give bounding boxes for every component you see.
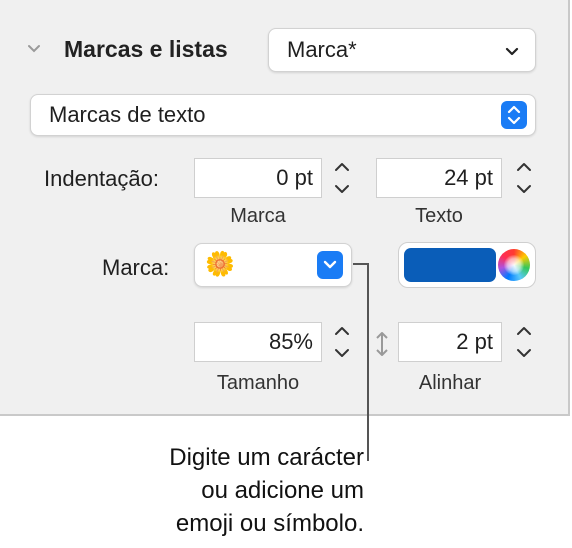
text-indent-caption: Texto <box>415 205 463 227</box>
vertical-align-icon <box>374 330 390 363</box>
bullet-size-caption: Tamanho <box>216 372 300 394</box>
bullet-color-well[interactable] <box>398 242 536 288</box>
bullet-align-caption: Alinhar <box>418 372 482 394</box>
flower-emoji-icon: 🌼 <box>205 251 235 278</box>
bullet-type-popup[interactable]: Marcas de texto <box>30 94 536 136</box>
bullet-label: Marca: <box>102 255 170 280</box>
bullet-indent-caption: Marca <box>230 205 286 227</box>
indent-label: Indentação: <box>44 166 159 191</box>
list-style-value: Marca* <box>287 37 357 62</box>
color-swatch[interactable] <box>404 248 496 282</box>
bullet-indent-stepper[interactable] <box>330 156 354 200</box>
bullet-indent-field[interactable]: 0 pt <box>194 158 322 198</box>
section-title: Marcas e listas <box>64 36 228 62</box>
bullet-type-value: Marcas de texto <box>49 102 206 127</box>
list-style-dropdown[interactable]: Marca* <box>268 28 536 72</box>
callout-line <box>367 263 369 461</box>
bullet-picker[interactable]: 🌼 <box>194 243 352 287</box>
callout-text: Digite um carácter ou adicione um emoji … <box>64 441 364 540</box>
disclosure-chevron-icon[interactable] <box>28 42 40 54</box>
bullet-align-stepper[interactable] <box>512 320 536 364</box>
bullet-size-field[interactable]: 85% <box>194 322 322 362</box>
text-indent-field[interactable]: 24 pt <box>376 158 502 198</box>
chevron-down-icon <box>317 251 343 279</box>
up-down-chevron-icon <box>501 101 527 129</box>
bullet-size-stepper[interactable] <box>330 320 354 364</box>
bullet-align-field[interactable]: 2 pt <box>398 322 502 362</box>
color-wheel-icon[interactable] <box>498 249 530 281</box>
callout-line-2: ou adicione um <box>201 477 364 504</box>
text-indent-stepper[interactable] <box>512 156 536 200</box>
bullets-lists-panel: Marcas e listas Marca* Marcas de texto I… <box>0 0 570 416</box>
callout-line-3: emoji ou símbolo. <box>175 510 364 537</box>
chevron-down-icon <box>505 45 519 63</box>
callout-line-1: Digite um carácter <box>169 444 364 471</box>
